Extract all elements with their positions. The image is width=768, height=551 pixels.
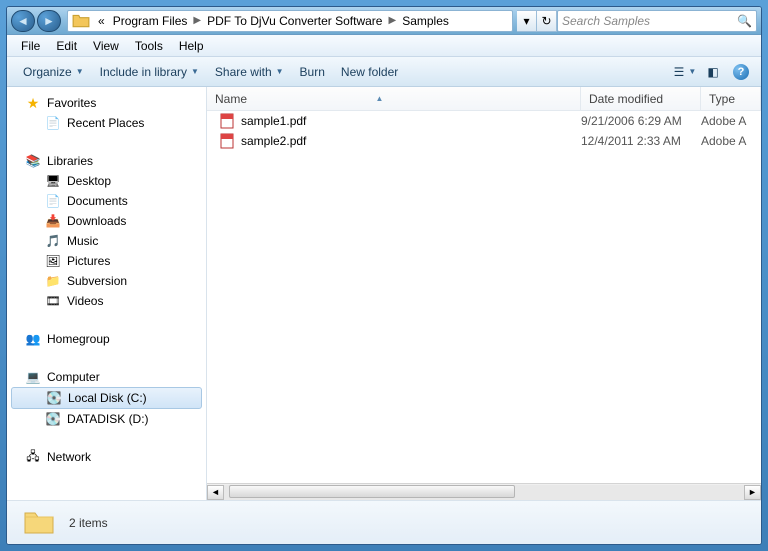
sort-ascending-icon: ▲ [376, 94, 384, 103]
nav-subversion[interactable]: 📁Subversion [7, 271, 206, 291]
drive-icon: 💽 [45, 411, 61, 427]
navigation-pane[interactable]: ★Favorites 📄Recent Places 📚Libraries 🖥De… [7, 87, 207, 500]
view-options-button[interactable]: ☰▼ [673, 61, 697, 83]
search-icon: 🔍 [737, 14, 752, 28]
refresh-button[interactable]: ↻ [537, 10, 557, 32]
help-button[interactable]: ? [729, 61, 753, 83]
star-icon: ★ [25, 95, 41, 111]
menu-file[interactable]: File [13, 37, 48, 55]
menu-view[interactable]: View [85, 37, 127, 55]
file-type: Adobe A [701, 114, 761, 128]
drive-icon: 💽 [46, 390, 62, 406]
column-headers: Name▲ Date modified Type [207, 87, 761, 111]
file-type: Adobe A [701, 134, 761, 148]
nav-pictures[interactable]: 🖼Pictures [7, 251, 206, 271]
file-date: 12/4/2011 2:33 AM [581, 134, 701, 148]
address-buttons: ▾ ↻ [517, 10, 557, 32]
breadcrumb-prefix[interactable]: « [94, 11, 109, 31]
nav-forward-button[interactable]: ► [37, 10, 61, 32]
breadcrumb-item[interactable]: Program Files [109, 11, 192, 31]
nav-videos[interactable]: 🎞Videos [7, 291, 206, 311]
file-row[interactable]: sample1.pdf 9/21/2006 6:29 AM Adobe A [207, 111, 761, 131]
nav-documents[interactable]: 📄Documents [7, 191, 206, 211]
organize-button[interactable]: Organize▼ [15, 61, 92, 83]
address-dropdown-button[interactable]: ▾ [517, 10, 537, 32]
chevron-right-icon: ▶ [191, 15, 203, 26]
videos-icon: 🎞 [45, 293, 61, 309]
explorer-window: ◄ ► « Program Files▶ PDF To DjVu Convert… [6, 6, 762, 545]
menu-help[interactable]: Help [171, 37, 212, 55]
horizontal-scrollbar[interactable]: ◄ ► [207, 483, 761, 500]
file-date: 9/21/2006 6:29 AM [581, 114, 701, 128]
column-name[interactable]: Name▲ [207, 87, 581, 110]
new-folder-button[interactable]: New folder [333, 61, 406, 83]
nav-desktop[interactable]: 🖥Desktop [7, 171, 206, 191]
chevron-down-icon: ▼ [191, 67, 199, 76]
pictures-icon: 🖼 [45, 253, 61, 269]
item-count: 2 items [69, 516, 108, 530]
recent-icon: 📄 [45, 115, 61, 131]
documents-icon: 📄 [45, 193, 61, 209]
nav-datadisk-d[interactable]: 💽DATADISK (D:) [7, 409, 206, 429]
scroll-thumb[interactable] [229, 485, 515, 498]
breadcrumb-item[interactable]: Samples [398, 11, 453, 31]
scroll-track[interactable] [224, 485, 744, 500]
details-pane: 2 items [7, 500, 761, 544]
nav-downloads[interactable]: 📥Downloads [7, 211, 206, 231]
scroll-left-button[interactable]: ◄ [207, 485, 224, 500]
file-list[interactable]: sample1.pdf 9/21/2006 6:29 AM Adobe A sa… [207, 111, 761, 483]
subversion-icon: 📁 [45, 273, 61, 289]
scroll-right-button[interactable]: ► [744, 485, 761, 500]
breadcrumb-item[interactable]: PDF To DjVu Converter Software [203, 11, 386, 31]
nav-favorites[interactable]: ★Favorites [7, 93, 206, 113]
pdf-icon [219, 133, 235, 149]
nav-libraries[interactable]: 📚Libraries [7, 151, 206, 171]
command-bar: Organize▼ Include in library▼ Share with… [7, 57, 761, 87]
menu-bar: File Edit View Tools Help [7, 35, 761, 57]
content-pane: Name▲ Date modified Type sample1.pdf 9/2… [207, 87, 761, 500]
column-date-modified[interactable]: Date modified [581, 87, 701, 110]
address-bar[interactable]: « Program Files▶ PDF To DjVu Converter S… [67, 10, 513, 32]
nav-local-disk-c[interactable]: 💽Local Disk (C:) [11, 387, 202, 409]
nav-music[interactable]: 🎵Music [7, 231, 206, 251]
file-name: sample1.pdf [241, 114, 306, 128]
chevron-down-icon: ▼ [76, 67, 84, 76]
help-icon: ? [733, 64, 749, 80]
desktop-icon: 🖥 [45, 173, 61, 189]
chevron-down-icon: ▼ [688, 67, 696, 76]
burn-button[interactable]: Burn [292, 61, 333, 83]
body: ★Favorites 📄Recent Places 📚Libraries 🖥De… [7, 87, 761, 500]
libraries-icon: 📚 [25, 153, 41, 169]
nav-computer[interactable]: 💻Computer [7, 367, 206, 387]
column-type[interactable]: Type [701, 87, 761, 110]
network-icon: 🖧 [25, 449, 41, 465]
pdf-icon [219, 113, 235, 129]
search-input[interactable]: Search Samples 🔍 [557, 10, 757, 32]
nav-homegroup[interactable]: 👥Homegroup [7, 329, 206, 349]
homegroup-icon: 👥 [25, 331, 41, 347]
nav-network[interactable]: 🖧Network [7, 447, 206, 467]
folder-icon [23, 507, 55, 539]
computer-icon: 💻 [25, 369, 41, 385]
share-with-button[interactable]: Share with▼ [207, 61, 292, 83]
file-row[interactable]: sample2.pdf 12/4/2011 2:33 AM Adobe A [207, 131, 761, 151]
menu-edit[interactable]: Edit [48, 37, 85, 55]
include-in-library-button[interactable]: Include in library▼ [92, 61, 207, 83]
file-name: sample2.pdf [241, 134, 306, 148]
chevron-down-icon: ▼ [276, 67, 284, 76]
folder-icon [72, 12, 90, 30]
titlebar: ◄ ► « Program Files▶ PDF To DjVu Convert… [7, 7, 761, 35]
preview-pane-button[interactable]: ◧ [701, 61, 725, 83]
search-placeholder: Search Samples [562, 14, 650, 28]
music-icon: 🎵 [45, 233, 61, 249]
nav-recent-places[interactable]: 📄Recent Places [7, 113, 206, 133]
chevron-right-icon: ▶ [386, 15, 398, 26]
downloads-icon: 📥 [45, 213, 61, 229]
nav-back-button[interactable]: ◄ [11, 10, 35, 32]
menu-tools[interactable]: Tools [127, 37, 171, 55]
